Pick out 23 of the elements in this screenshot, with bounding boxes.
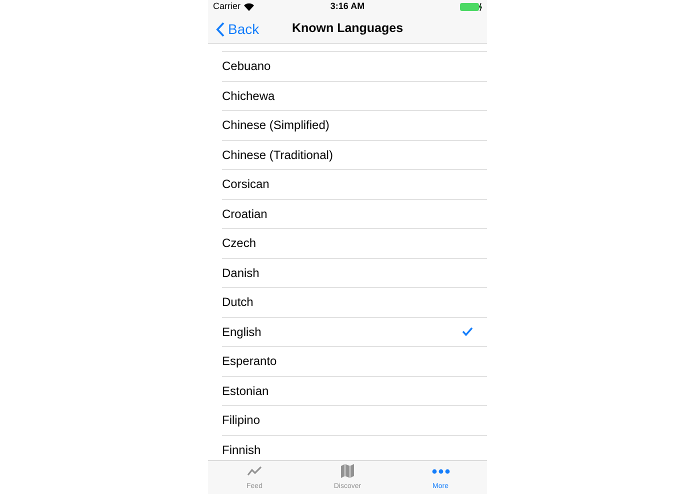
chevron-left-icon: [216, 22, 225, 37]
status-time: 3:16 AM: [330, 0, 365, 14]
language-row[interactable]: Chinese (Simplified): [222, 111, 487, 140]
language-row[interactable]: Esperanto: [222, 347, 487, 376]
screen-title: Known Languages: [292, 20, 404, 38]
more-icon: [432, 468, 450, 474]
language-row[interactable]: Czech: [222, 229, 487, 258]
language-row[interactable]: Estonian: [222, 376, 487, 406]
language-row[interactable]: Danish: [222, 258, 487, 288]
map-icon: [341, 464, 354, 478]
language-row[interactable]: Corsican: [222, 170, 487, 200]
carrier-label: Carrier: [213, 0, 241, 14]
language-row[interactable]: Chichewa: [222, 82, 487, 111]
language-row[interactable]: Croatian: [222, 200, 487, 229]
language-row[interactable]: English: [222, 318, 487, 347]
battery-icon: [460, 3, 482, 11]
language-row[interactable]: Filipino: [222, 406, 487, 436]
language-row[interactable]: Dutch: [222, 288, 487, 318]
back-button[interactable]: Back: [216, 19, 260, 40]
language-row[interactable]: Cebuano: [222, 52, 487, 82]
wifi-icon: [244, 3, 254, 11]
language-row[interactable]: Chinese (Traditional): [222, 140, 487, 170]
line-chart-icon: [246, 465, 262, 477]
